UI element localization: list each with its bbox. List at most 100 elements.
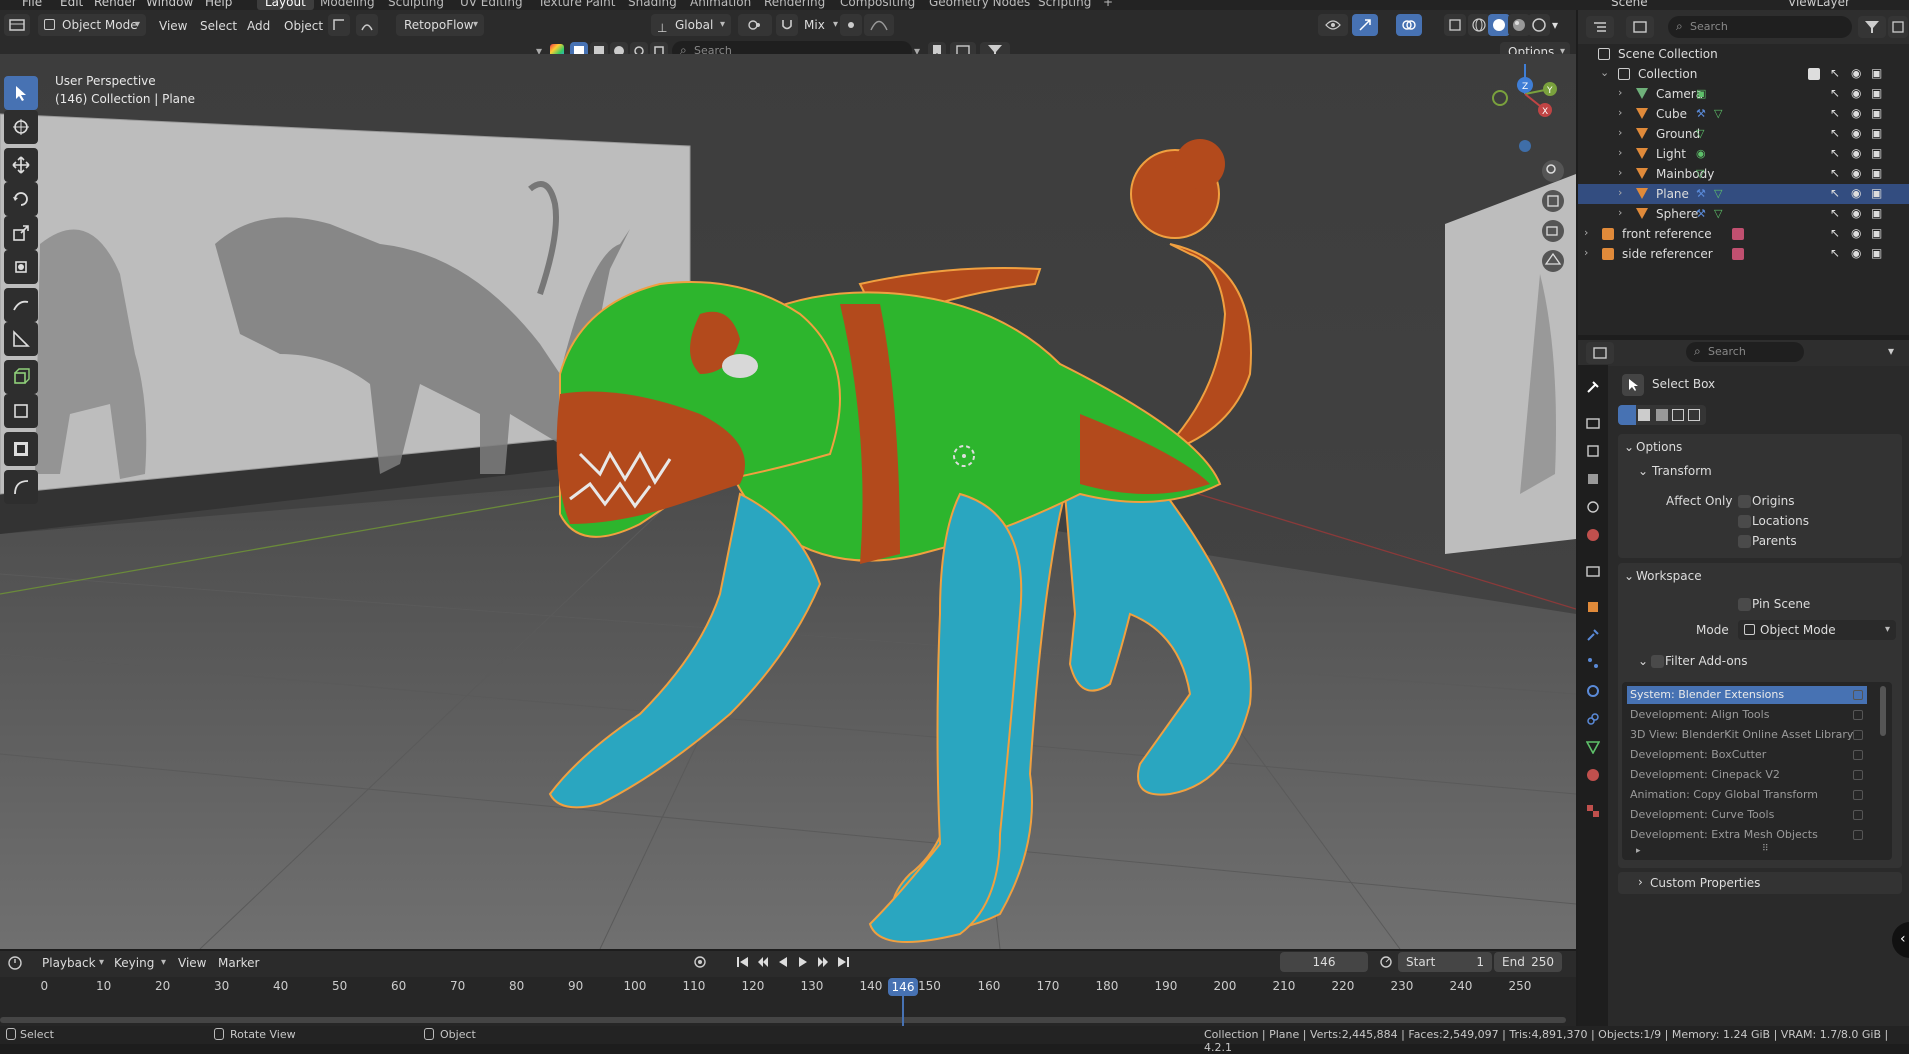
select-arrow-icon[interactable]: ↖ bbox=[1830, 246, 1840, 260]
light-data-icon[interactable]: ◉ bbox=[1696, 147, 1706, 160]
addon-enable-checkbox[interactable] bbox=[1853, 810, 1863, 820]
addon-row[interactable]: Development: Cinepack V2 bbox=[1627, 766, 1867, 784]
camera-data-icon[interactable]: ▣ bbox=[1696, 87, 1706, 100]
list-resize-handle-icon[interactable]: ⠿ bbox=[1762, 844, 1769, 854]
timeline-marker-menu[interactable]: Marker bbox=[218, 956, 259, 970]
addon-enable-checkbox[interactable] bbox=[1853, 770, 1863, 780]
expand-arrow-icon[interactable]: › bbox=[1618, 106, 1622, 119]
falloff-icon[interactable] bbox=[864, 14, 894, 36]
filter-addons-chevron-icon[interactable]: ⌄ bbox=[1638, 654, 1648, 668]
xray-toggle-icon[interactable] bbox=[1444, 14, 1466, 36]
menu-render[interactable]: Render bbox=[94, 0, 137, 9]
keying-menu[interactable]: Keying ▾ bbox=[106, 952, 168, 974]
tab-modeling[interactable]: Modeling bbox=[312, 0, 383, 10]
addon-row[interactable]: Animation: Copy Global Transform bbox=[1627, 786, 1867, 804]
mesh-icon[interactable]: ▽ bbox=[1714, 107, 1722, 120]
world-tab-icon[interactable] bbox=[1583, 525, 1603, 545]
outliner-item-scene-collection[interactable]: Scene Collection bbox=[1578, 44, 1909, 64]
select-arrow-icon[interactable]: ↖ bbox=[1830, 186, 1840, 200]
camera-render-icon[interactable]: ▣ bbox=[1871, 206, 1882, 220]
addon-row[interactable]: Development: Extra Mesh Objects bbox=[1627, 826, 1867, 844]
outliner-editor-type-icon[interactable] bbox=[1586, 16, 1614, 38]
pin-scene-checkbox[interactable] bbox=[1738, 598, 1751, 611]
transform-tool-icon[interactable] bbox=[4, 250, 38, 284]
addon-row[interactable]: 3D View: BlenderKit Online Asset Library bbox=[1627, 726, 1867, 744]
eye-icon[interactable]: ◉ bbox=[1851, 206, 1861, 220]
expand-arrow-icon[interactable]: › bbox=[1618, 126, 1622, 139]
addon-row[interactable]: System: Blender Extensions bbox=[1627, 686, 1867, 704]
camera-render-icon[interactable]: ▣ bbox=[1871, 226, 1882, 240]
select-box-tool-icon[interactable] bbox=[4, 76, 38, 110]
camera-render-icon[interactable]: ▣ bbox=[1871, 106, 1882, 120]
playback-menu[interactable]: Playback ▾ bbox=[34, 952, 106, 974]
retopo-tool-icon[interactable] bbox=[4, 432, 38, 466]
transform-panel-title[interactable]: Transform bbox=[1652, 464, 1712, 478]
origins-checkbox[interactable] bbox=[1738, 495, 1751, 508]
view-layer-name[interactable]: ViewLayer bbox=[1788, 0, 1850, 9]
orientation-dropdown[interactable]: Global ▾ ⊥ bbox=[651, 14, 731, 36]
options-panel-title[interactable]: Options bbox=[1636, 440, 1682, 454]
display-mode-icon[interactable] bbox=[1626, 16, 1654, 38]
outliner-item-plane[interactable]: › Plane ⚒ ▽ ↖ ◉ ▣ bbox=[1578, 184, 1909, 204]
proportional-icon[interactable] bbox=[356, 14, 378, 36]
addon-enable-checkbox[interactable] bbox=[1853, 690, 1863, 700]
addon-row[interactable]: Development: BoxCutter bbox=[1627, 746, 1867, 764]
gizmo-toggle-icon[interactable] bbox=[1352, 14, 1378, 36]
eye-icon[interactable]: ◉ bbox=[1851, 66, 1861, 80]
parents-checkbox[interactable] bbox=[1738, 535, 1751, 548]
chevron-down-icon[interactable]: ▾ bbox=[1888, 344, 1894, 358]
properties-search-input[interactable]: ⌕ Search bbox=[1686, 342, 1804, 362]
outliner-item-light[interactable]: › Light ◉ ↖ ◉ ▣ bbox=[1578, 144, 1909, 164]
options-chevron-icon[interactable]: ⌄ bbox=[1624, 440, 1634, 454]
select-arrow-icon[interactable]: ↖ bbox=[1830, 66, 1840, 80]
snap-icon[interactable] bbox=[776, 14, 798, 36]
custom-properties-chevron-icon[interactable]: › bbox=[1638, 875, 1643, 889]
tab-layout[interactable]: Layout bbox=[257, 0, 314, 10]
eye-icon[interactable]: ◉ bbox=[1851, 146, 1861, 160]
select-arrow-icon[interactable]: ↖ bbox=[1830, 86, 1840, 100]
preview-range-icon[interactable] bbox=[1376, 952, 1396, 972]
play-reverse-icon[interactable] bbox=[774, 952, 792, 972]
constraints-tab-icon[interactable] bbox=[1583, 709, 1603, 729]
view-layer-tab-icon[interactable] bbox=[1583, 469, 1603, 489]
addon-enable-checkbox[interactable] bbox=[1853, 730, 1863, 740]
menu-window[interactable]: Window bbox=[146, 0, 193, 9]
select-arrow-icon[interactable]: ↖ bbox=[1830, 166, 1840, 180]
workspace-chevron-icon[interactable]: ⌄ bbox=[1624, 569, 1634, 583]
mesh-icon[interactable]: ▽ bbox=[1696, 167, 1704, 180]
texture-tab-icon[interactable] bbox=[1583, 801, 1603, 821]
menu-edit[interactable]: Edit bbox=[60, 0, 83, 9]
tab-shading[interactable]: Shading bbox=[620, 0, 685, 10]
expand-arrow-icon[interactable]: › bbox=[1618, 86, 1622, 99]
addon-row[interactable]: Development: Align Tools bbox=[1627, 706, 1867, 724]
expand-arrow-icon[interactable]: › bbox=[1618, 186, 1622, 199]
image-data-icon[interactable] bbox=[1732, 248, 1744, 260]
new-collection-icon[interactable] bbox=[1888, 16, 1908, 38]
addon-enable-checkbox[interactable] bbox=[1853, 830, 1863, 840]
eye-icon[interactable]: ◉ bbox=[1851, 186, 1861, 200]
object-tab-icon[interactable] bbox=[1583, 597, 1603, 617]
retopoflow-menu[interactable]: RetopoFlow ▾ bbox=[396, 14, 484, 36]
select-arrow-icon[interactable]: ↖ bbox=[1830, 206, 1840, 220]
outliner-item-collection[interactable]: ⌄ Collection ↖ ◉ ▣ bbox=[1578, 64, 1909, 84]
tab-uv-editing[interactable]: UV Editing bbox=[452, 0, 531, 10]
addon-enable-checkbox[interactable] bbox=[1853, 750, 1863, 760]
collection-tab-icon[interactable] bbox=[1583, 561, 1603, 581]
exclude-checkbox[interactable] bbox=[1808, 68, 1820, 80]
material-shading-icon[interactable] bbox=[1508, 14, 1530, 36]
properties-editor-type-icon[interactable] bbox=[1586, 342, 1614, 364]
add-cube-tool-icon[interactable] bbox=[4, 360, 38, 394]
add-workspace-icon[interactable]: + bbox=[1095, 0, 1121, 10]
wrench-icon[interactable]: ⚒ bbox=[1696, 207, 1706, 220]
image-data-icon[interactable] bbox=[1732, 228, 1744, 240]
camera-render-icon[interactable]: ▣ bbox=[1871, 126, 1882, 140]
locations-checkbox[interactable] bbox=[1738, 515, 1751, 528]
modifier-tab-icon[interactable] bbox=[1583, 625, 1603, 645]
expand-arrow-icon[interactable]: › bbox=[1584, 246, 1588, 259]
camera-render-icon[interactable]: ▣ bbox=[1871, 246, 1882, 260]
outliner-item-camera[interactable]: › Camera ▣ ↖ ◉ ▣ bbox=[1578, 84, 1909, 104]
zoom-icon[interactable] bbox=[1542, 160, 1564, 182]
render-tab-icon[interactable] bbox=[1583, 413, 1603, 433]
tab-sculpting[interactable]: Sculpting bbox=[380, 0, 452, 10]
material-tab-icon[interactable] bbox=[1583, 765, 1603, 785]
